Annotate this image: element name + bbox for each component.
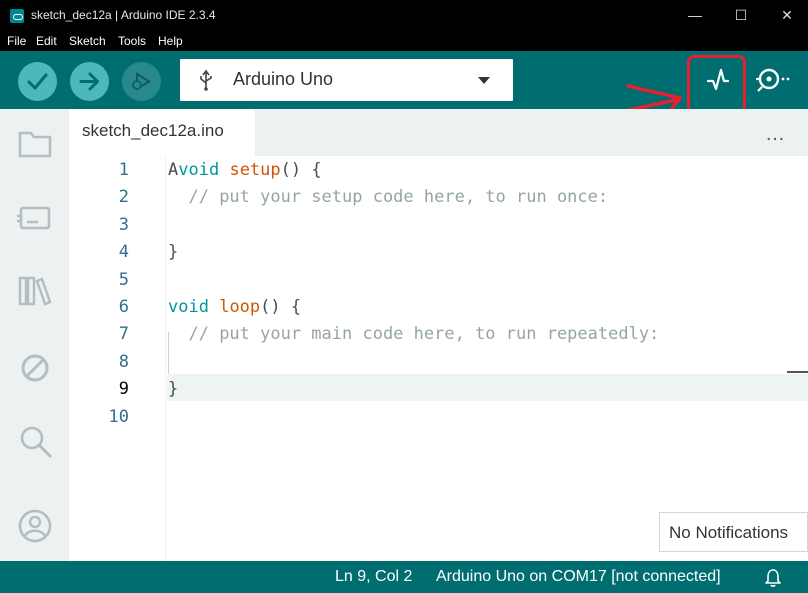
line-number: 4 [118,242,129,263]
verify-button[interactable] [18,62,57,101]
tab-sketch[interactable]: sketch_dec12a.ino [69,109,255,156]
code-token-fn: setup [229,160,281,180]
search-icon[interactable] [16,422,54,460]
menu-file[interactable]: File [7,34,26,48]
board-port-status[interactable]: Arduino Uno on COM17 [not connected] [436,568,721,586]
line-number-gutter: 1 2 3 4 5 6 7 8 9 10 [69,156,166,561]
code-token-comment: // put your main code here, to run repea… [188,324,660,345]
code-token-kw: void [178,160,220,180]
code-token-fn: loop [219,297,261,317]
code-token-prefix [168,324,188,344]
code-line: } [168,379,178,399]
code-line: void loop() { [168,297,301,317]
cursor-position[interactable]: Ln 9, Col 2 [335,568,412,586]
code-token-rest: () { [280,160,322,180]
code-token-rest: } [168,242,179,263]
line-number: 5 [118,269,129,290]
code-token-comment: // put your setup code here, to run once… [188,187,609,208]
debug-button[interactable] [122,62,161,101]
code-token-rest: () { [260,297,302,317]
usb-icon [200,69,212,91]
current-line-highlight [167,374,808,401]
upload-button[interactable] [70,62,109,101]
debug-icon [132,72,151,91]
line-number: 7 [118,324,129,345]
activity-bar [0,109,69,561]
line-number: 10 [108,406,129,427]
maximize-button[interactable]: ☐ [718,0,764,32]
sketchbook-folder-icon[interactable] [16,124,54,162]
line-number: 9 [118,379,129,400]
code-token-rest: } [168,379,179,400]
annotation-highlight-box [687,55,746,113]
code-line: // put your main code here, to run repea… [168,324,659,344]
library-manager-icon[interactable] [16,272,54,310]
verify-icon [27,73,48,90]
user-profile-icon[interactable] [16,507,54,545]
menu-sketch[interactable]: Sketch [69,34,106,48]
board-selector[interactable]: Arduino Uno [180,59,513,101]
line-number: 8 [118,351,129,372]
code-token-prefix: A [168,160,179,180]
menu-help[interactable]: Help [158,34,183,48]
upload-icon [79,72,99,91]
code-token-prefix [168,187,188,207]
arduino-app-icon [10,9,24,23]
editor-tab-strip: sketch_dec12a.ino … [69,109,808,156]
menu-bar: File Edit Sketch Tools Help [0,32,808,51]
code-token-kw: void [168,297,209,317]
window-title: sketch_dec12a | Arduino IDE 2.3.4 [31,8,216,22]
notification-popup: No Notifications [659,512,808,552]
code-line: } [168,242,178,262]
menu-edit[interactable]: Edit [36,34,57,48]
line-number: 6 [118,297,129,317]
code-line: Avoid setup() { [168,160,322,180]
line-number: 3 [118,214,129,235]
code-token-sp [219,160,229,180]
debug-panel-icon[interactable] [16,349,54,387]
close-button[interactable]: ✕ [764,0,808,32]
scrollbar-marker [787,371,808,373]
more-options-icon[interactable]: … [765,123,786,146]
board-name: Arduino Uno [233,69,334,89]
menu-tools[interactable]: Tools [118,34,146,48]
boards-manager-icon[interactable] [16,198,54,236]
code-editor[interactable]: 1 2 3 4 5 6 7 8 9 10 Avoid setup() { // put your … [69,156,808,561]
serial-monitor-button[interactable] [752,63,792,97]
chevron-down-icon [478,77,490,84]
serial-monitor-icon [756,68,790,92]
notification-text: No Notifications [669,523,789,542]
minimize-button[interactable]: — [672,0,718,32]
tab-label: sketch_dec12a.ino [82,121,224,140]
title-bar: sketch_dec12a | Arduino IDE 2.3.4 — ☐ ✕ [0,0,808,32]
code-token-sp [209,297,219,317]
bell-icon[interactable] [764,568,782,588]
status-bar: Ln 9, Col 2 Arduino Uno on COM17 [not co… [0,561,808,593]
code-line: // put your setup code here, to run once… [168,187,608,207]
line-number: 1 [118,160,129,180]
line-number: 2 [118,187,129,208]
